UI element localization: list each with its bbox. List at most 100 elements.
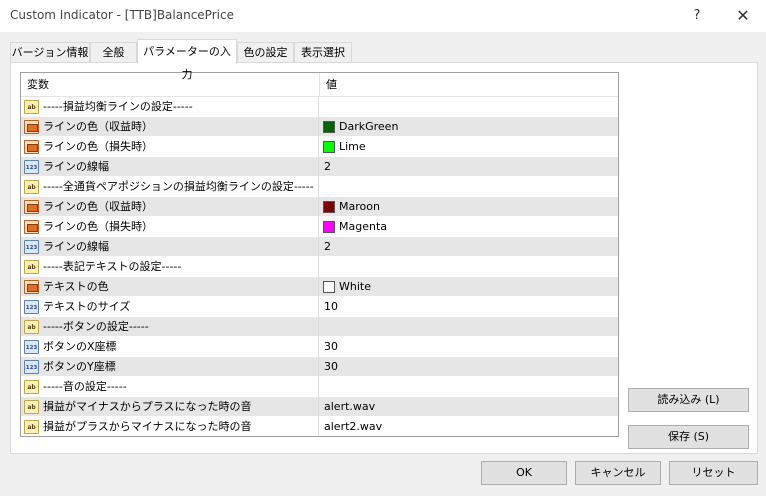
table-row[interactable]: 123 ラインの線幅 2 (21, 237, 618, 257)
reset-button[interactable]: リセット (669, 461, 758, 485)
string-type-icon: ab (24, 400, 39, 414)
table-row[interactable]: ab 損益がマイナスからプラスになった時の音 alert.wav (21, 397, 618, 417)
integer-type-icon: 123 (24, 300, 39, 314)
table-row[interactable]: 123 ボタンのY座標 30 (21, 357, 618, 377)
table-row[interactable]: 123 ラインの線幅 2 (21, 157, 618, 177)
parameter-value-cell[interactable] (320, 257, 618, 277)
window-title: Custom Indicator - [TTB]BalancePrice (10, 8, 234, 22)
parameter-value-cell[interactable] (320, 377, 618, 397)
integer-type-icon: 123 (24, 240, 39, 254)
parameter-name-cell[interactable]: ラインの色（収益時） (21, 197, 319, 217)
parameter-name: -----全通貨ペアポジションの損益均衡ラインの設定----- (43, 180, 314, 193)
tab-parameters[interactable]: パラメーターの入力 (137, 39, 237, 81)
color-type-icon (24, 280, 39, 294)
parameter-name-cell[interactable]: 123 テキストのサイズ (21, 297, 319, 317)
table-row[interactable]: 123 ボタンのX座標 30 (21, 337, 618, 357)
tab-general[interactable]: 全般 (90, 42, 137, 63)
table-row[interactable]: ab 損益がプラスからマイナスになった時の音 alert2.wav (21, 417, 618, 436)
table-row[interactable]: ab -----全通貨ペアポジションの損益均衡ラインの設定----- (21, 177, 618, 197)
column-header-variable[interactable]: 変数 (27, 73, 49, 97)
table-row[interactable]: ラインの色（収益時） Maroon (21, 197, 618, 217)
parameter-name-cell[interactable]: ラインの色（損失時） (21, 217, 319, 237)
string-type-icon: ab (24, 260, 39, 274)
load-button[interactable]: 読み込み (L) (628, 388, 749, 412)
table-row[interactable]: ab -----音の設定----- (21, 377, 618, 397)
parameter-name-cell[interactable]: ラインの色（損失時） (21, 137, 319, 157)
parameter-value-cell[interactable]: 2 (320, 157, 618, 177)
parameter-value-cell[interactable] (320, 97, 618, 117)
parameter-value-cell[interactable]: alert.wav (320, 397, 618, 417)
parameter-name: 損益がプラスからマイナスになった時の音 (43, 420, 252, 433)
color-type-icon (24, 120, 39, 134)
grid-header: 変数 値 (21, 73, 618, 97)
parameter-name-cell[interactable]: 123 ラインの線幅 (21, 237, 319, 257)
parameter-name-cell[interactable]: 123 ボタンのY座標 (21, 357, 319, 377)
integer-type-icon: 123 (24, 160, 39, 174)
color-swatch (323, 281, 335, 293)
parameter-value-cell[interactable]: alert2.wav (320, 417, 618, 436)
tab-version-info[interactable]: バージョン情報 (10, 42, 90, 63)
parameter-grid[interactable]: 変数 値 ab -----損益均衡ラインの設定----- ラインの色（収益時） Dar… (20, 72, 619, 437)
parameter-name-cell[interactable]: 123 ボタンのX座標 (21, 337, 319, 357)
parameter-value-cell[interactable]: DarkGreen (320, 117, 618, 137)
save-button[interactable]: 保存 (S) (628, 425, 749, 449)
color-swatch (323, 201, 335, 213)
string-type-icon: ab (24, 180, 39, 194)
integer-type-icon: 123 (24, 340, 39, 354)
parameter-value: Lime (339, 140, 366, 153)
table-row[interactable]: ab -----表記テキストの設定----- (21, 257, 618, 277)
parameter-value-cell[interactable] (320, 317, 618, 337)
string-type-icon: ab (24, 320, 39, 334)
parameter-name-cell[interactable]: ab -----全通貨ペアポジションの損益均衡ラインの設定----- (21, 177, 319, 197)
parameter-name-cell[interactable]: ab -----表記テキストの設定----- (21, 257, 319, 277)
color-swatch (323, 141, 335, 153)
cancel-button[interactable]: キャンセル (575, 461, 661, 485)
parameter-value-cell[interactable] (320, 177, 618, 197)
parameter-value-cell[interactable]: Magenta (320, 217, 618, 237)
parameter-value: 30 (324, 340, 338, 353)
table-row[interactable]: ab -----ボタンの設定----- (21, 317, 618, 337)
parameter-name-cell[interactable]: テキストの色 (21, 277, 319, 297)
table-row[interactable]: ラインの色（収益時） DarkGreen (21, 117, 618, 137)
table-row[interactable]: ab -----損益均衡ラインの設定----- (21, 97, 618, 117)
tab-colors[interactable]: 色の設定 (237, 42, 294, 63)
ok-button[interactable]: OK (481, 461, 567, 485)
parameter-value-cell[interactable]: 10 (320, 297, 618, 317)
string-type-icon: ab (24, 420, 39, 434)
parameter-value-cell[interactable]: 2 (320, 237, 618, 257)
parameter-value-cell[interactable]: Maroon (320, 197, 618, 217)
table-row[interactable]: ラインの色（損失時） Magenta (21, 217, 618, 237)
parameter-value: alert2.wav (324, 420, 383, 433)
parameter-value: alert.wav (324, 400, 376, 413)
parameter-value-cell[interactable]: White (320, 277, 618, 297)
table-row[interactable]: テキストの色 White (21, 277, 618, 297)
parameter-name: -----表記テキストの設定----- (43, 260, 182, 273)
table-row[interactable]: ラインの色（損失時） Lime (21, 137, 618, 157)
parameter-value: DarkGreen (339, 120, 399, 133)
parameter-name-cell[interactable]: ab 損益がプラスからマイナスになった時の音 (21, 417, 319, 436)
column-divider[interactable] (319, 73, 320, 97)
parameter-name-cell[interactable]: ab 損益がマイナスからプラスになった時の音 (21, 397, 319, 417)
parameter-value-cell[interactable]: 30 (320, 357, 618, 377)
help-button[interactable]: ? (682, 4, 712, 28)
parameter-value: Magenta (339, 220, 388, 233)
table-row[interactable]: 123 テキストのサイズ 10 (21, 297, 618, 317)
parameter-value: Maroon (339, 200, 380, 213)
color-type-icon (24, 140, 39, 154)
parameter-value: White (339, 280, 371, 293)
tab-display-select[interactable]: 表示選択 (294, 42, 352, 63)
parameter-name-cell[interactable]: ラインの色（収益時） (21, 117, 319, 137)
parameter-name-cell[interactable]: ab -----損益均衡ラインの設定----- (21, 97, 319, 117)
parameter-name-cell[interactable]: ab -----ボタンの設定----- (21, 317, 319, 337)
parameter-name: -----損益均衡ラインの設定----- (43, 100, 193, 113)
title-bar: Custom Indicator - [TTB]BalancePrice ? ✕ (0, 0, 766, 32)
color-type-icon (24, 200, 39, 214)
parameter-value-cell[interactable]: Lime (320, 137, 618, 157)
close-button[interactable]: ✕ (728, 4, 758, 28)
column-header-value[interactable]: 値 (326, 73, 337, 97)
parameter-name: -----ボタンの設定----- (43, 320, 149, 333)
parameter-name-cell[interactable]: ab -----音の設定----- (21, 377, 319, 397)
parameter-value: 2 (324, 160, 331, 173)
parameter-value-cell[interactable]: 30 (320, 337, 618, 357)
parameter-name-cell[interactable]: 123 ラインの線幅 (21, 157, 319, 177)
